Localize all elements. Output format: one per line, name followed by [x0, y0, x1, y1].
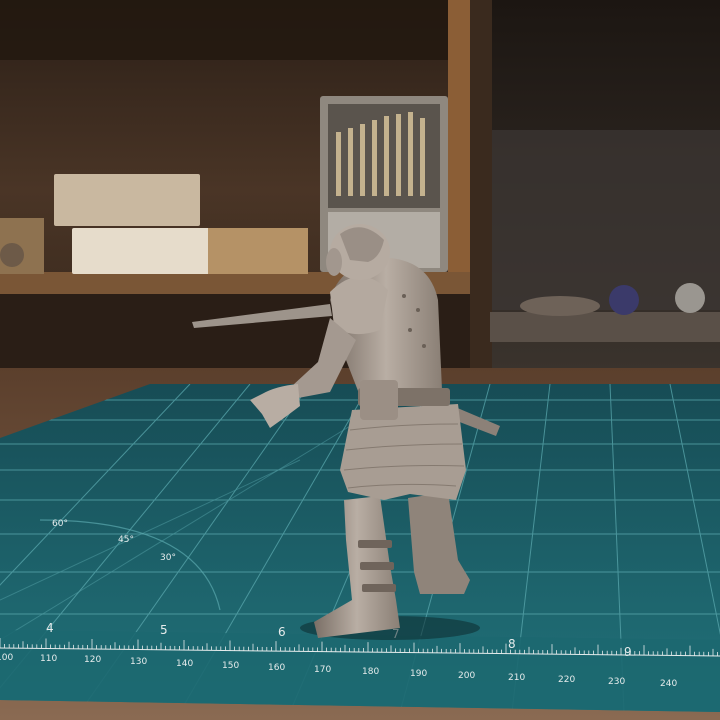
belt-pouch	[360, 380, 398, 420]
rear-boot	[408, 492, 470, 594]
miniature-figure	[192, 224, 500, 640]
boot-straps	[358, 540, 396, 592]
face	[326, 248, 342, 276]
gauntlet	[250, 384, 300, 428]
photo-scene: 60° 45° 30° 4 5 6 7 8 9 100 110 120 130 …	[0, 0, 720, 720]
sword-blade	[192, 304, 332, 328]
